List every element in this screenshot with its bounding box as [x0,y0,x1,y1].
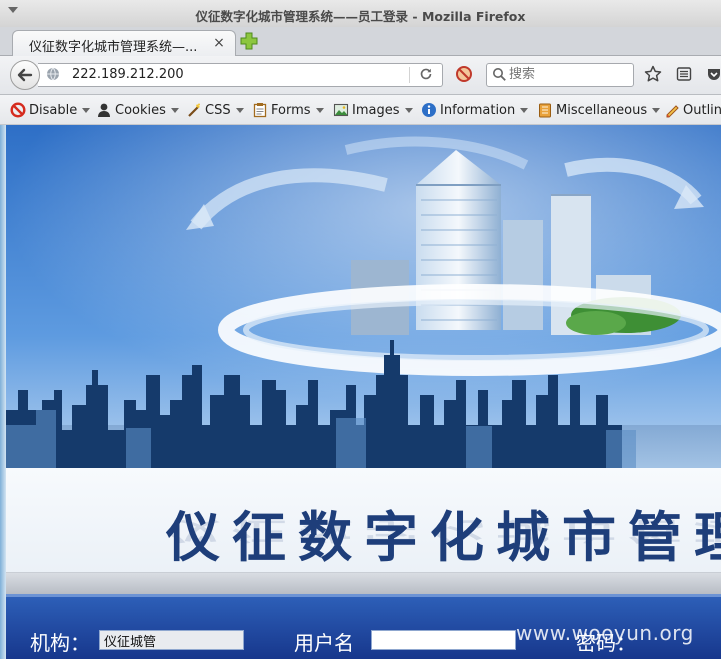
forms-label: Forms [271,102,311,118]
bookmarks-menu-icon[interactable] [676,66,692,82]
bookmark-star-icon[interactable] [644,65,662,83]
back-button[interactable] [10,60,40,90]
forms-menu[interactable]: Forms [252,101,324,119]
org-label: 机构： [30,631,90,655]
web-developer-toolbar: Disable Cookies CSS Forms Images Informa… [0,95,721,125]
wooyun-watermark: www.wooyun.org [516,621,694,645]
images-label: Images [352,102,400,118]
outline-icon [666,105,679,118]
new-tab-icon[interactable] [240,32,258,50]
tab-close-icon[interactable]: × [211,35,227,51]
window-title: 仪征数字化城市管理系统——员工登录 - Mozilla Firefox [195,9,526,24]
url-bar[interactable]: 222.189.212.200 [38,63,443,87]
cookies-icon [98,103,110,117]
system-title-reflection: 仪征数字化城市管理 [166,516,721,546]
window-titlebar: 仪征数字化城市管理系统——员工登录 - Mozilla Firefox [0,0,721,28]
miscellaneous-menu[interactable]: Miscellaneous [537,101,661,119]
search-input[interactable] [509,66,627,82]
url-separator [409,67,410,83]
url-text[interactable]: 222.189.212.200 [72,67,184,82]
search-icon [493,68,506,81]
miscellaneous-icon [539,103,551,118]
pocket-icon[interactable] [706,66,721,82]
css-icon [188,103,200,117]
disable-label: Disable [29,102,78,118]
css-label: CSS [205,102,231,118]
search-box[interactable] [486,63,634,87]
web-page: 仪征数字化城市管理 仪征数字化城市管理 机构： 用户名 密码： www.wooy… [0,125,721,659]
back-arrow-icon [17,68,33,82]
tab-title: 仪征数字化城市管理系统—... [29,40,198,55]
outline-label: Outline [683,102,721,118]
username-input[interactable] [371,630,516,650]
reload-icon[interactable] [418,66,434,82]
browser-tab[interactable]: 仪征数字化城市管理系统—... × [12,30,236,56]
tab-strip: 仪征数字化城市管理系统—... × [0,27,721,56]
forms-icon [253,103,267,118]
disable-menu[interactable]: Disable [10,101,91,119]
noscript-icon[interactable] [456,66,472,82]
information-label: Information [440,102,516,118]
divider-band [6,572,721,595]
images-menu[interactable]: Images [333,101,413,119]
miscellaneous-label: Miscellaneous [556,102,648,118]
information-menu[interactable]: Information [421,101,529,119]
disable-icon [10,102,26,118]
images-icon [333,103,349,117]
username-label: 用户名 [294,631,354,655]
information-icon [422,103,436,117]
cookies-menu[interactable]: Cookies [96,101,179,119]
navigation-bar: 222.189.212.200 [0,56,721,95]
org-input[interactable] [99,630,244,650]
css-menu[interactable]: CSS [186,101,244,119]
outline-menu[interactable]: Outline [664,101,721,119]
globe-icon [47,67,59,81]
cookies-label: Cookies [115,102,166,118]
